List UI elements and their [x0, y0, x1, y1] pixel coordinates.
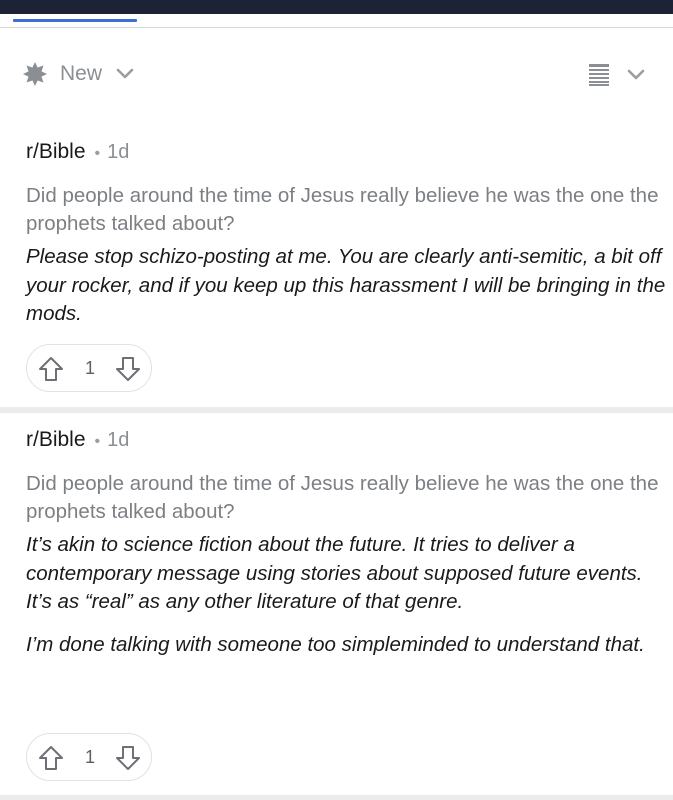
chevron-down-icon	[116, 68, 134, 80]
comment-card: r/Bible • 1d Did people around the time …	[0, 428, 673, 790]
post-meta: r/Bible • 1d	[26, 140, 129, 164]
post-title[interactable]: Did people around the time of Jesus real…	[26, 470, 666, 526]
chevron-down-icon	[627, 69, 645, 81]
downvote-arrow-icon[interactable]	[115, 356, 141, 382]
spark-icon	[22, 61, 48, 87]
downvote-arrow-icon[interactable]	[115, 745, 141, 771]
subreddit-link[interactable]: r/Bible	[26, 428, 86, 452]
view-mode-dropdown[interactable]	[588, 63, 645, 87]
status-bar	[0, 0, 673, 14]
post-meta: r/Bible • 1d	[26, 428, 129, 452]
upvote-arrow-icon[interactable]	[38, 745, 64, 771]
comment-body[interactable]: Please stop schizo-posting at me. You ar…	[26, 243, 666, 343]
vote-control: 1	[26, 733, 152, 781]
vote-count: 1	[84, 747, 95, 767]
comment-age: 1d	[107, 141, 130, 163]
meta-separator: •	[94, 145, 101, 162]
post-title[interactable]: Did people around the time of Jesus real…	[26, 182, 666, 238]
comment-paragraph: I’m done talking with someone too simple…	[26, 632, 645, 656]
vote-count: 1	[84, 358, 95, 378]
subreddit-link[interactable]: r/Bible	[26, 140, 86, 164]
comment-body[interactable]: It’s akin to science fiction about the f…	[26, 531, 666, 673]
sort-dropdown[interactable]: New	[22, 61, 134, 87]
sort-bar: New	[0, 55, 673, 99]
upvote-arrow-icon[interactable]	[38, 356, 64, 382]
card-separator	[0, 407, 673, 413]
card-separator	[0, 795, 673, 800]
comment-age: 1d	[107, 429, 130, 451]
card-view-icon	[588, 63, 610, 87]
comment-paragraph: Please stop schizo-posting at me. You ar…	[26, 245, 666, 325]
active-tab-indicator	[13, 19, 137, 22]
comment-card: r/Bible • 1d Did people around the time …	[0, 140, 673, 400]
vote-control: 1	[26, 344, 152, 392]
sort-label: New	[60, 62, 103, 85]
meta-separator: •	[94, 433, 101, 450]
comment-paragraph: It’s akin to science fiction about the f…	[26, 533, 643, 613]
divider	[0, 27, 673, 28]
